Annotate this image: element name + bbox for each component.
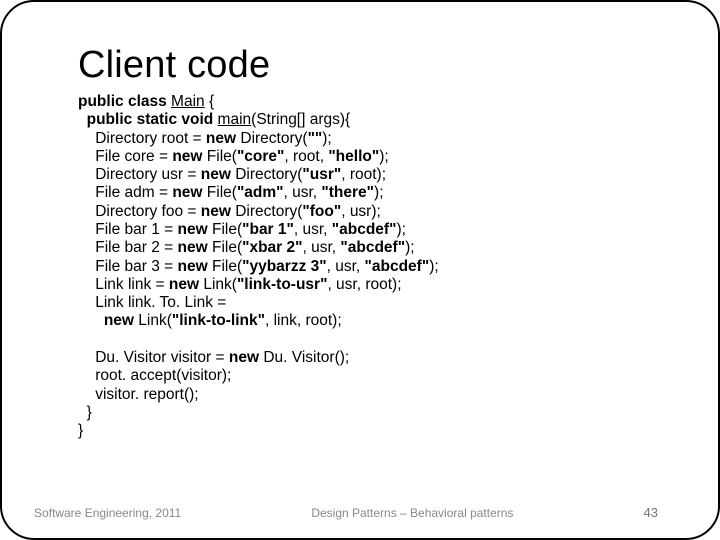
footer-left: Software Engineering, 2011 [34, 506, 181, 520]
footer-center: Design Patterns – Behavioral patterns [181, 506, 643, 520]
slide: Client code public class Main { public s… [0, 0, 720, 540]
slide-footer: Software Engineering, 2011 Design Patter… [2, 505, 718, 520]
slide-title: Client code [78, 44, 658, 87]
footer-page-number: 43 [644, 505, 658, 520]
code-block: public class Main { public static void m… [78, 93, 658, 440]
